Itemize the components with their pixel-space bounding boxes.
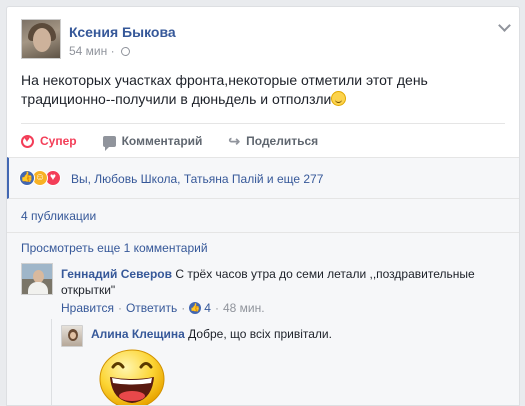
shares-count[interactable]: 4 публикации [21, 209, 96, 223]
comment-button[interactable]: Комментарий [102, 134, 203, 151]
reactions-bar: 👍 ☺ ♥ Вы, Любовь Школа, Татьяна Палій и … [7, 157, 519, 199]
share-button[interactable]: ↪ Поделиться [228, 133, 318, 150]
view-more-comments-link[interactable]: Просмотреть еще 1 комментарий [21, 241, 208, 255]
comment-label: Комментарий [121, 134, 203, 148]
post-body: На некоторых участках фронта,некоторые о… [21, 71, 511, 109]
reactors-summary[interactable]: Вы, Любовь Школа, Татьяна Палій и еще 27… [71, 172, 323, 186]
commenter-avatar[interactable] [21, 263, 53, 295]
author-name[interactable]: Ксения Быкова [69, 24, 176, 40]
smile-emoji-icon [331, 91, 347, 106]
comment: Геннадий Северов С трёх часов утра до се… [61, 266, 501, 298]
chevron-down-icon[interactable] [498, 19, 511, 32]
like-button[interactable]: Супер [21, 134, 77, 148]
comment-time[interactable]: 48 мин. [223, 301, 265, 315]
comment-icon [102, 135, 116, 151]
comment-like-count[interactable]: 4 [204, 301, 211, 315]
share-icon: ↪ [228, 132, 241, 149]
shares-row: 4 публикации [7, 199, 519, 233]
post-meta: 54 мин · [69, 44, 130, 58]
post-text: На некоторых участках фронта,некоторые о… [21, 72, 428, 107]
reply-text: Добре, що всіх привітали. [188, 327, 332, 341]
like-icon: 👍 [19, 170, 35, 186]
heart-icon [21, 134, 34, 148]
comment-author[interactable]: Геннадий Северов [61, 267, 172, 281]
comments-section: Просмотреть еще 1 комментарий Геннадий С… [7, 233, 519, 405]
comment-reply-link[interactable]: Ответить [126, 301, 177, 315]
share-label: Поделиться [246, 134, 319, 148]
laughing-sticker [99, 349, 165, 405]
reply-avatar[interactable] [61, 325, 83, 347]
post-actions: Супер Комментарий ↪ Поделиться [21, 129, 511, 153]
globe-icon[interactable] [120, 47, 130, 56]
reply-thread-line [51, 319, 52, 405]
reply: Алина Клещина Добре, що всіх привітали. [91, 326, 332, 342]
comment-actions: Нравится · Ответить · 👍 4 · 48 мин. [61, 301, 265, 315]
author-avatar[interactable] [21, 19, 61, 59]
divider [21, 123, 505, 124]
reaction-icons[interactable]: 👍 ☺ ♥ [19, 170, 61, 186]
like-icon: 👍 [189, 302, 202, 314]
post-time[interactable]: 54 мин [69, 44, 107, 58]
reply-author[interactable]: Алина Клещина [91, 327, 185, 341]
comment-like-link[interactable]: Нравится [61, 301, 114, 315]
feed-post: Ксения Быкова 54 мин · На некоторых учас… [6, 6, 520, 406]
like-label: Супер [40, 134, 77, 148]
